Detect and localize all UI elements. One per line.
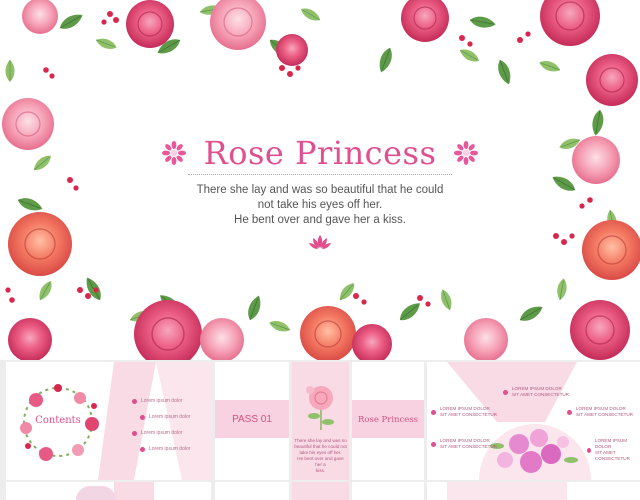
bullet-icon [431,409,436,415]
floral-label: LOREM IPSUM DOLOR SIT AMET CONSECTETUR [431,406,497,418]
slide-title: Rose Princess [203,134,437,172]
rose-icon [2,0,640,360]
thumbnail-floral[interactable]: LOREM IPSUM DOLOR SIT AMET CONSECTETUR LO… [427,362,640,480]
floral-background [447,362,591,480]
daisy-icon [161,141,186,165]
subtitle-line: There she lay and was so beautiful that … [196,184,444,196]
bullet-icon [132,398,137,404]
thumbnail-row2-2[interactable] [215,482,289,500]
thumbnail-contents[interactable]: Contents Lorem ipsum dolor Lorem ipsum d… [6,362,211,480]
floral-label: LOREM IPSUM DOLOR SIT AMET CONSECTETUR [431,438,497,450]
bullet-icon [431,441,436,447]
bullet-icon [587,447,591,453]
floral-label: LOREM IPSUM DOLOR SIT AMET CONSECTETUR [567,406,633,418]
pass-label: PASS 01 [232,414,272,425]
main-slide: Rose Princess There she lay and was so b… [0,0,640,360]
contents-item: Lorem ipsum dolor [140,446,190,452]
slide-thumbnail-strip: Contents Lorem ipsum dolor Lorem ipsum d… [0,360,640,500]
rose-icon [306,386,334,430]
thumbnail-row2-5[interactable] [427,482,640,500]
thumbnail-princess[interactable]: Rose Princess [352,362,424,480]
daisy-icon [454,141,479,165]
subtitle-line: not take his eyes off her. [257,199,383,211]
bullet-icon [132,430,137,436]
lotus-icon [309,235,331,249]
bullet-icon [503,389,508,395]
contents-item: Lorem ipsum dolor [132,398,182,404]
thumbnail-row2-4[interactable] [352,482,424,500]
thumbnail-row2-1[interactable] [6,482,211,500]
thumbnail-row2-3[interactable] [292,482,349,500]
bullet-icon [140,446,145,452]
thumbnail-rose[interactable]: There she lay and was so beautiful that … [292,362,349,480]
floral-frame [2,0,640,360]
bullet-icon [140,414,145,420]
slide-subtitle: There she lay and was so beautiful that … [190,183,450,228]
thumbnail-pass[interactable]: PASS 01 [215,362,289,480]
floral-label: LOREM IPSUM DOLOR SIT AMET CONSECTETUR [587,438,640,462]
contents-title: Contents [35,415,81,426]
floral-label: LOREM IPSUM DOLOR SIT AMET CONSECTETUR [503,386,569,398]
princess-label: Rose Princess [357,415,419,425]
contents-item: Lorem ipsum dolor [132,430,182,436]
bullet-icon [567,409,572,415]
subtitle-line: He bent over and gave her a kiss. [234,214,406,226]
title-row: Rose Princess [0,134,640,172]
contents-item: Lorem ipsum dolor [140,414,190,420]
rose-caption: There she lay and was so beautiful that … [294,438,347,473]
title-divider [188,174,452,175]
